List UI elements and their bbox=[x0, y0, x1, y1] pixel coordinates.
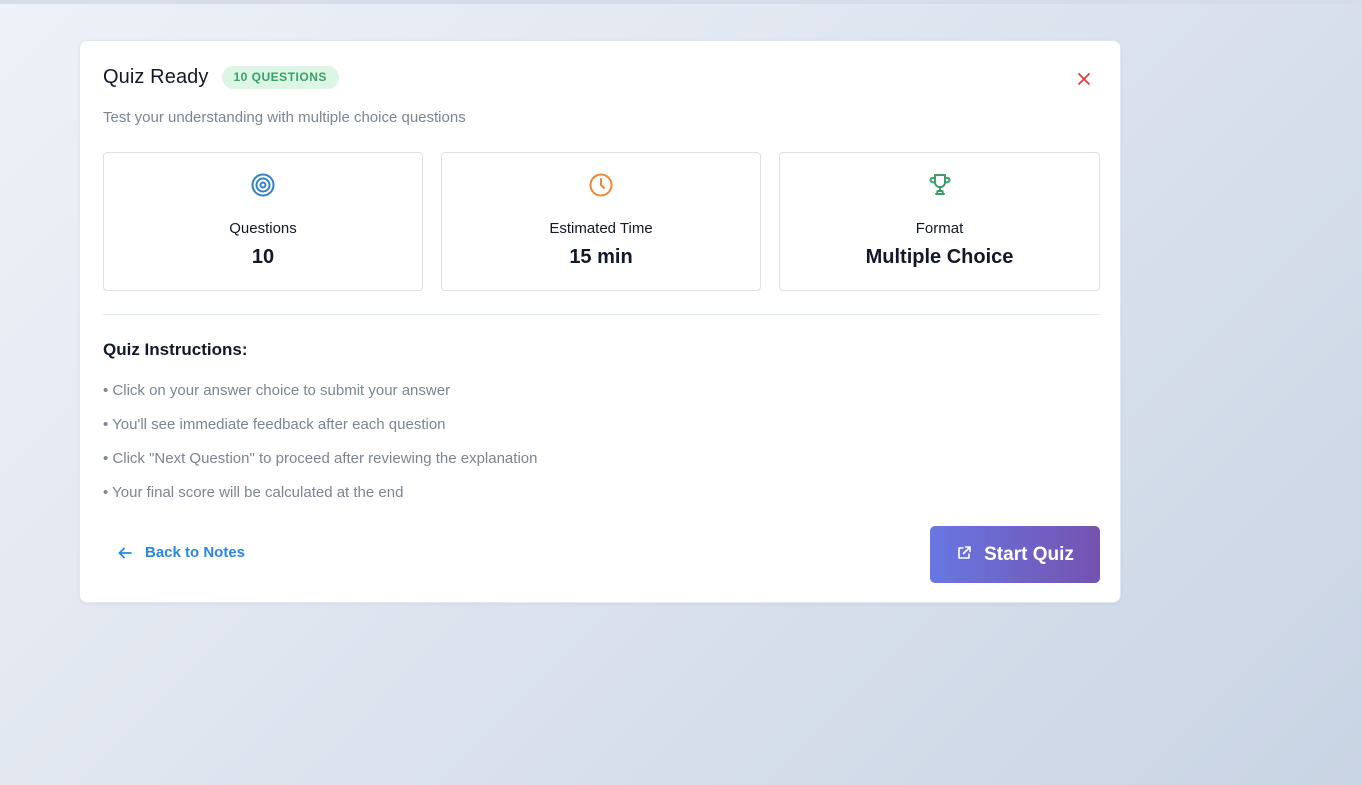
back-to-notes-label: Back to Notes bbox=[145, 544, 246, 561]
card-header: Quiz Ready 10 QUESTIONS bbox=[103, 66, 339, 89]
top-strip bbox=[0, 0, 1362, 4]
instruction-item: • Your final score will be calculated at… bbox=[103, 484, 404, 501]
external-link-icon bbox=[958, 546, 971, 559]
target-icon bbox=[251, 173, 275, 197]
stat-label: Format bbox=[915, 220, 964, 237]
quiz-stats: Questions 10 Estimated Time 15 min Forma… bbox=[103, 152, 1100, 291]
divider bbox=[103, 314, 1100, 315]
stat-format: Format Multiple Choice bbox=[779, 152, 1100, 291]
instruction-item: • Click on your answer choice to submit … bbox=[103, 382, 451, 399]
subtitle: Test your understanding with multiple ch… bbox=[103, 109, 466, 126]
close-button[interactable] bbox=[1074, 69, 1094, 89]
stat-label: Estimated Time bbox=[549, 220, 653, 237]
stat-questions: Questions 10 bbox=[103, 152, 423, 291]
clock-icon bbox=[589, 173, 613, 197]
instructions-list: • Click on your answer choice to submit … bbox=[103, 381, 537, 517]
back-to-notes-button[interactable]: Back to Notes bbox=[118, 544, 245, 561]
stat-value: 10 bbox=[251, 246, 275, 268]
instruction-item: • Click "Next Question" to proceed after… bbox=[103, 450, 538, 467]
start-quiz-label: Start Quiz bbox=[984, 543, 1074, 565]
quiz-ready-card: Quiz Ready 10 QUESTIONS Test your unders… bbox=[79, 40, 1121, 603]
page-title: Quiz Ready bbox=[103, 66, 209, 88]
question-count-badge: 10 QUESTIONS bbox=[221, 66, 339, 89]
start-quiz-button[interactable]: Start Quiz bbox=[930, 526, 1100, 583]
stat-label: Questions bbox=[229, 220, 297, 237]
arrow-left-icon bbox=[118, 547, 132, 558]
stat-value: 15 min bbox=[569, 246, 633, 268]
instructions-title: Quiz Instructions: bbox=[103, 340, 248, 359]
trophy-icon bbox=[928, 174, 951, 195]
stat-value: Multiple Choice bbox=[865, 246, 1014, 268]
instruction-item: • You'll see immediate feedback after ea… bbox=[103, 416, 446, 433]
stat-estimated-time: Estimated Time 15 min bbox=[441, 152, 761, 291]
close-icon bbox=[1078, 73, 1090, 85]
